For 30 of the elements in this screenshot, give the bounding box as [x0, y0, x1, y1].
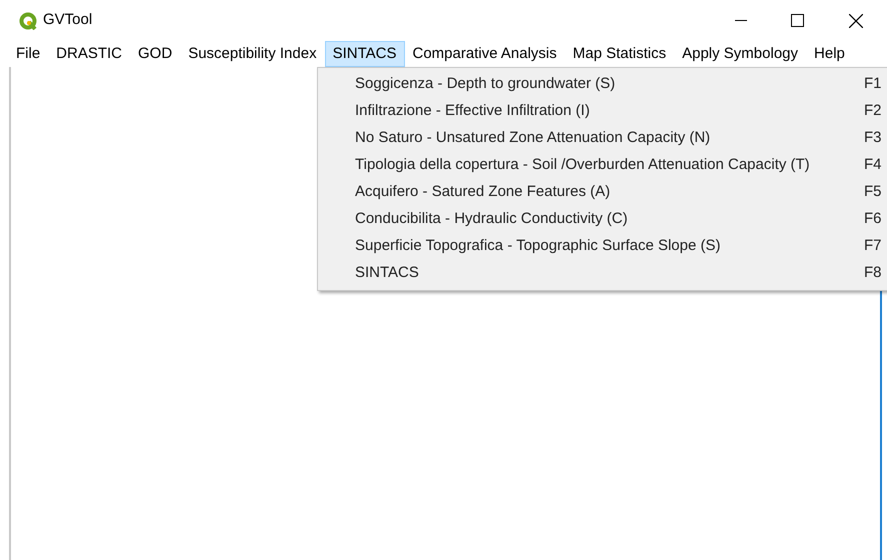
shortcut-label: F1	[864, 74, 882, 94]
menu-item[interactable]: Apply Symbology	[674, 41, 806, 67]
menu-item[interactable]: Comparative Analysis	[404, 41, 565, 67]
menu-option[interactable]: Tipologia della copertura - Soil /Overburden Attenuation Capacity (T)	[355, 154, 810, 177]
close-icon	[849, 14, 863, 28]
menu-option[interactable]: Superficie Topografica - Topographic Surface Slope (S)	[355, 235, 720, 258]
menu-item[interactable]: DRASTIC	[48, 41, 130, 67]
menu-item[interactable]: Map Statistics	[564, 41, 674, 67]
menu-item[interactable]: GOD	[130, 41, 180, 67]
menu-item[interactable]: SINTACS	[324, 41, 404, 67]
menu-item[interactable]: Help	[806, 41, 853, 67]
shortcut-label: F2	[864, 101, 882, 122]
shortcut-label: F8	[864, 263, 882, 284]
menu-option[interactable]: No Saturo - Unsatured Zone Attenuation Capacity (N)	[355, 127, 710, 150]
app-logo-icon	[19, 12, 37, 30]
window-title: GVTool	[43, 10, 92, 30]
menu-option[interactable]: Conducibilita - Hydraulic Conductivity (C)	[355, 208, 628, 231]
maximize-icon	[790, 14, 804, 27]
menu-option[interactable]: Soggicenza - Depth to groundwater (S)	[355, 73, 616, 96]
shortcut-label: F7	[864, 236, 882, 256]
menu-item[interactable]: Susceptibility Index	[180, 41, 325, 67]
minimize-icon	[735, 20, 747, 22]
shortcut-label: F6	[864, 209, 882, 230]
shortcut-label: F3	[864, 128, 882, 148]
menu-item[interactable]: File	[8, 41, 48, 67]
menu-option[interactable]: Acquifero - Satured Zone Features (A)	[355, 181, 610, 204]
menu-option[interactable]: Infiltrazione - Effective Infiltration (I)	[355, 100, 590, 123]
menu-option[interactable]: SINTACS	[355, 262, 419, 285]
shortcut-label: F5	[864, 182, 882, 202]
shortcut-label: F4	[864, 155, 882, 176]
